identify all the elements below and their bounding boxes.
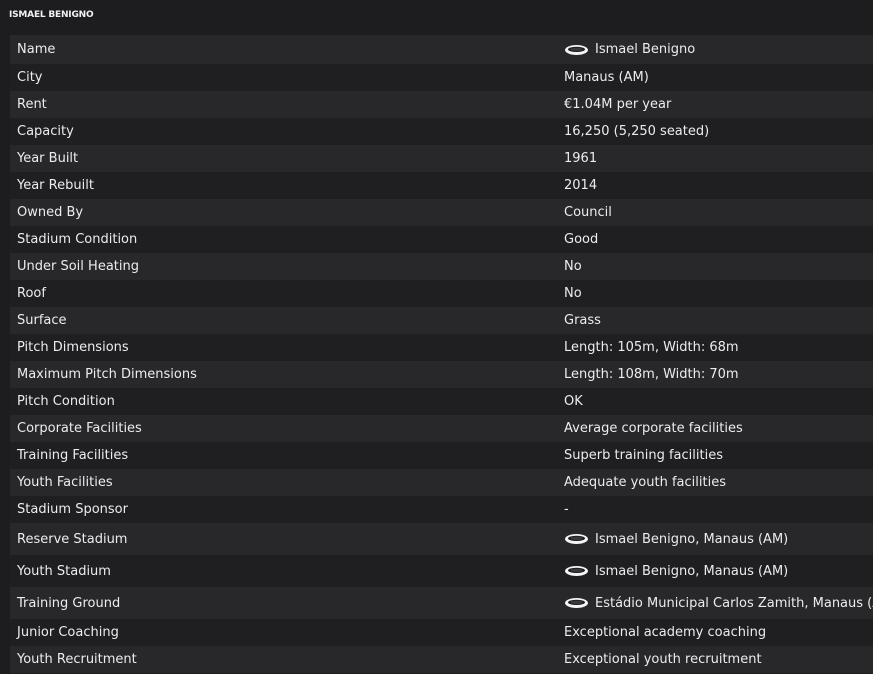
table-row: Pitch Dimensions Length: 105m, Width: 68m [10, 334, 873, 361]
table-row: Training Facilities Superb training facil… [10, 442, 873, 469]
row-value: No [564, 259, 873, 274]
row-value: 1961 [564, 151, 873, 166]
value-text: Grass [564, 313, 601, 328]
value-text: 2014 [564, 178, 598, 193]
row-label: City [17, 70, 43, 85]
table-row: Youth Stadium Ismael Benigno, Manaus (AM) [10, 555, 873, 587]
value-text: 16,250 (5,250 seated) [564, 124, 710, 139]
value-text: Exceptional youth recruitment [564, 652, 762, 667]
stadium-icon [564, 565, 589, 577]
row-value: Exceptional youth recruitment [564, 652, 873, 667]
row-label: Surface [17, 313, 67, 328]
row-label: Corporate Facilities [17, 421, 142, 436]
table-row: Pitch Condition OK [10, 388, 873, 415]
table-row: Junior Coaching Exceptional academy coach… [10, 619, 873, 646]
value-text: No [564, 286, 582, 301]
table-row: Youth Recruitment Exceptional youth recru… [10, 646, 873, 673]
value-text: Superb training facilities [564, 448, 723, 463]
row-value: Average corporate facilities [564, 421, 873, 436]
row-label: Capacity [17, 124, 74, 139]
row-value[interactable]: Ismael Benigno, Manaus (AM) [564, 532, 873, 547]
row-label: Owned By [17, 205, 84, 220]
table-row: Year Rebuilt 2014 [10, 172, 873, 199]
row-label: Training Facilities [17, 448, 129, 463]
value-text: Length: 108m, Width: 70m [564, 367, 739, 382]
value-text: OK [564, 394, 583, 409]
row-value: Length: 108m, Width: 70m [564, 367, 873, 382]
details-table: Name Ismael Benigno City Manaus (AM) Rent €1.… [10, 35, 873, 673]
value-text: €1.04M per year [564, 97, 672, 112]
row-value: Superb training facilities [564, 448, 873, 463]
row-value: 2014 [564, 178, 873, 193]
row-label: Year Built [17, 151, 79, 166]
table-row: Under Soil Heating No [10, 253, 873, 280]
stadium-link[interactable]: Estádio Municipal Carlos Zamith, Manaus … [595, 596, 873, 611]
value-text: Average corporate facilities [564, 421, 743, 436]
value-text: Council [564, 205, 612, 220]
row-label: Training Ground [17, 595, 121, 611]
row-label: Name [17, 42, 56, 57]
value-text: No [564, 259, 582, 274]
stadium-link[interactable]: Ismael Benigno, Manaus (AM) [595, 564, 788, 579]
row-value[interactable]: Ismael Benigno [564, 42, 873, 57]
stadium-link[interactable]: Ismael Benigno [595, 42, 695, 57]
row-label: Under Soil Heating [17, 259, 139, 274]
row-label: Pitch Dimensions [17, 340, 129, 355]
table-row: Year Built 1961 [10, 145, 873, 172]
row-label: Stadium Sponsor [17, 502, 128, 517]
row-label: Pitch Condition [17, 394, 115, 409]
stadium-icon [564, 533, 589, 545]
row-value: OK [564, 394, 873, 409]
value-text: Good [564, 232, 599, 247]
value-text: - [564, 502, 569, 517]
row-label: Maximum Pitch Dimensions [17, 367, 197, 382]
table-row: Corporate Facilities Average corporate fa… [10, 415, 873, 442]
row-label: Roof [17, 286, 46, 301]
row-value: Adequate youth facilities [564, 475, 873, 490]
stadium-icon [564, 597, 589, 609]
row-value: Manaus (AM) [564, 70, 873, 85]
row-value: 16,250 (5,250 seated) [564, 124, 873, 139]
row-label: Reserve Stadium [17, 531, 128, 547]
row-value: Grass [564, 313, 873, 328]
row-value: Exceptional academy coaching [564, 625, 873, 640]
table-row: Surface Grass [10, 307, 873, 334]
value-text: Manaus (AM) [564, 70, 649, 85]
table-row: Name Ismael Benigno [10, 35, 873, 64]
value-text: 1961 [564, 151, 598, 166]
row-label: Youth Facilities [17, 475, 113, 490]
table-row: Owned By Council [10, 199, 873, 226]
row-value: No [564, 286, 873, 301]
row-value[interactable]: Ismael Benigno, Manaus (AM) [564, 564, 873, 579]
row-value[interactable]: Estádio Municipal Carlos Zamith, Manaus … [564, 596, 873, 611]
row-label: Youth Recruitment [17, 652, 137, 667]
table-row: Training Ground Estádio Municipal Carlos … [10, 587, 873, 619]
table-row: Rent €1.04M per year [10, 91, 873, 118]
value-text: Length: 105m, Width: 68m [564, 340, 739, 355]
row-value: €1.04M per year [564, 97, 873, 112]
stadium-link[interactable]: Ismael Benigno, Manaus (AM) [595, 532, 788, 547]
row-label: Youth Stadium [17, 563, 111, 579]
table-row: City Manaus (AM) [10, 64, 873, 91]
row-value: Council [564, 205, 873, 220]
table-row: Capacity 16,250 (5,250 seated) [10, 118, 873, 145]
stadium-details-panel: ISMAEL BENIGNO Name Ismael Benigno City Man… [0, 0, 873, 674]
row-value: Length: 105m, Width: 68m [564, 340, 873, 355]
row-label: Junior Coaching [17, 625, 119, 640]
table-row: Youth Facilities Adequate youth facilitie… [10, 469, 873, 496]
table-row: Roof No [10, 280, 873, 307]
value-text: Exceptional academy coaching [564, 625, 767, 640]
row-value: Good [564, 232, 873, 247]
table-row: Maximum Pitch Dimensions Length: 108m, Wi… [10, 361, 873, 388]
row-label: Year Rebuilt [17, 178, 94, 193]
table-row: Stadium Condition Good [10, 226, 873, 253]
table-row: Stadium Sponsor - [10, 496, 873, 523]
row-value: - [564, 502, 873, 517]
table-row: Reserve Stadium Ismael Benigno, Manaus (A… [10, 523, 873, 555]
panel-title: ISMAEL BENIGNO [9, 10, 94, 20]
row-label: Stadium Condition [17, 232, 138, 247]
row-label: Rent [17, 97, 47, 112]
value-text: Adequate youth facilities [564, 475, 726, 490]
stadium-icon [564, 44, 589, 56]
